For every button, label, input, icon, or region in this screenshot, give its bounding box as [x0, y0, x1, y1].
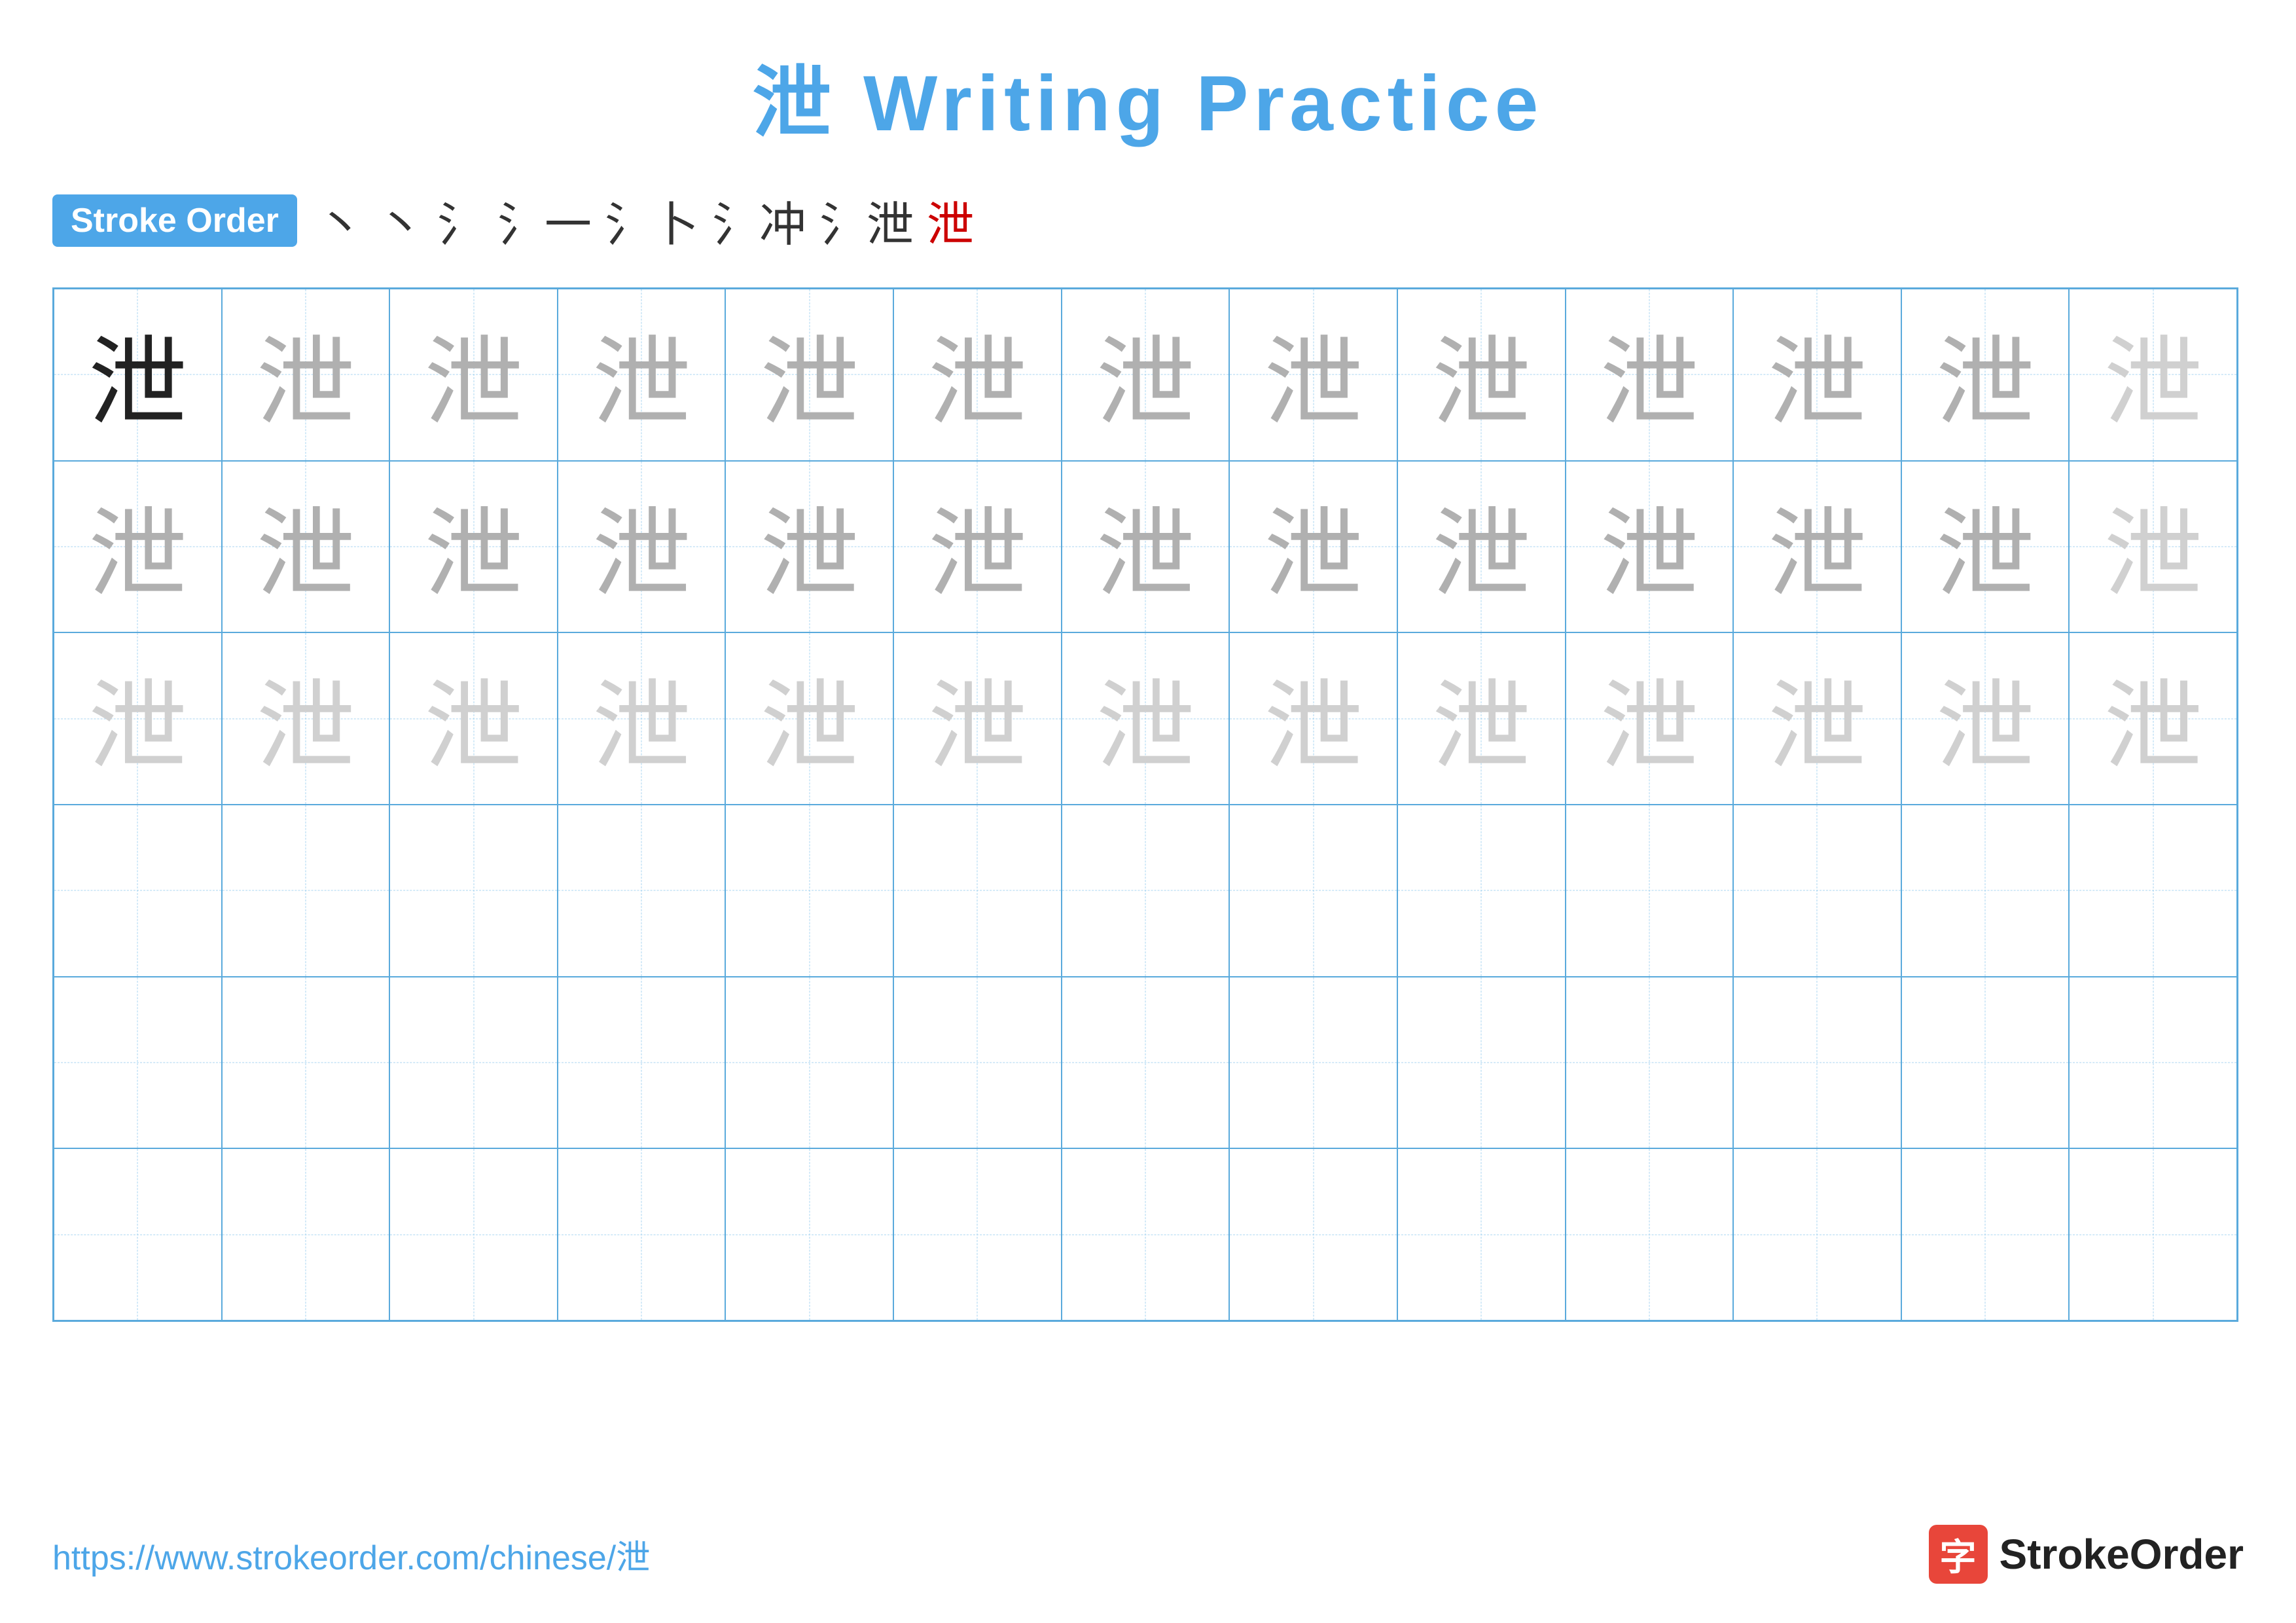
grid-cell[interactable]	[1062, 805, 1230, 977]
grid-cell[interactable]: 泄	[54, 632, 222, 805]
grid-cell[interactable]: 泄	[893, 461, 1062, 633]
grid-cell[interactable]	[1733, 977, 1901, 1149]
footer: https://www.strokeorder.com/chinese/泄 字 …	[52, 1525, 2244, 1584]
grid-cell[interactable]	[725, 805, 893, 977]
grid-cell[interactable]: 泄	[558, 632, 726, 805]
grid-cell[interactable]: 泄	[1566, 632, 1734, 805]
grid-cell[interactable]	[1397, 977, 1566, 1149]
grid-cell[interactable]	[1397, 805, 1566, 977]
grid-cell[interactable]	[1229, 1148, 1397, 1321]
grid-cell[interactable]: 泄	[1062, 461, 1230, 633]
grid-cell[interactable]: 泄	[1397, 461, 1566, 633]
grid-cell[interactable]: 泄	[389, 289, 558, 461]
grid-cell[interactable]: 泄	[222, 461, 390, 633]
grid-cell[interactable]: 泄	[1062, 289, 1230, 461]
stroke-step-4: 氵一	[497, 186, 592, 255]
grid-cell[interactable]: 泄	[389, 461, 558, 633]
grid-cell[interactable]	[54, 977, 222, 1149]
grid-cell[interactable]: 泄	[389, 632, 558, 805]
stroke-step-5: 氵卜	[605, 186, 699, 255]
logo-icon: 字	[1929, 1525, 1988, 1584]
grid-cell[interactable]	[558, 977, 726, 1149]
grid-cell[interactable]	[725, 977, 893, 1149]
grid-cell[interactable]	[1733, 1148, 1901, 1321]
grid-cell[interactable]: 泄	[725, 632, 893, 805]
grid-cell[interactable]: 泄	[1397, 632, 1566, 805]
stroke-order-row: Stroke Order 丶 丶 氵 氵一 氵卜 氵冲 氵泄 泄	[52, 186, 2244, 255]
grid-cell[interactable]: 泄	[1733, 461, 1901, 633]
grid-cell[interactable]	[2069, 805, 2237, 977]
page-title: 泄 Writing Practice	[52, 39, 2244, 153]
grid-cell[interactable]	[54, 1148, 222, 1321]
grid-cell[interactable]: 泄	[558, 461, 726, 633]
grid-cell[interactable]: 泄	[222, 632, 390, 805]
grid-cell[interactable]: 泄	[2069, 461, 2237, 633]
grid-cell[interactable]	[1901, 805, 2070, 977]
grid-cell[interactable]	[893, 805, 1062, 977]
logo-char: 字	[1940, 1528, 1977, 1581]
grid-cell[interactable]: 泄	[222, 289, 390, 461]
grid-cell[interactable]: 泄	[1901, 289, 2070, 461]
grid-cell[interactable]: 泄	[1733, 632, 1901, 805]
grid-cell[interactable]: 泄	[54, 289, 222, 461]
grid-cell[interactable]	[1733, 805, 1901, 977]
page: 泄 Writing Practice Stroke Order 丶 丶 氵 氵一…	[0, 0, 2296, 1623]
grid-cell[interactable]	[1229, 805, 1397, 977]
grid-cell[interactable]: 泄	[1566, 289, 1734, 461]
grid-cell[interactable]	[1566, 1148, 1734, 1321]
stroke-step-7: 氵泄	[819, 186, 914, 255]
stroke-order-badge: Stroke Order	[52, 194, 297, 247]
grid-cell[interactable]	[2069, 1148, 2237, 1321]
grid-cell[interactable]	[893, 1148, 1062, 1321]
grid-cell[interactable]: 泄	[1733, 289, 1901, 461]
grid-cell[interactable]: 泄	[54, 461, 222, 633]
grid-cell[interactable]: 泄	[1229, 289, 1397, 461]
grid-cell[interactable]	[1566, 977, 1734, 1149]
stroke-step-2: 丶	[377, 186, 424, 255]
grid-cell[interactable]	[389, 977, 558, 1149]
stroke-step-1: 丶	[317, 186, 364, 255]
grid-cell[interactable]: 泄	[1901, 461, 2070, 633]
stroke-step-6: 氵冲	[712, 186, 806, 255]
grid-cell[interactable]: 泄	[2069, 632, 2237, 805]
logo-text: StrokeOrder	[2000, 1530, 2244, 1578]
grid-cell[interactable]: 泄	[1901, 632, 2070, 805]
grid-cell[interactable]	[54, 805, 222, 977]
grid-cell[interactable]: 泄	[1397, 289, 1566, 461]
grid-cell[interactable]: 泄	[2069, 289, 2237, 461]
footer-logo: 字 StrokeOrder	[1929, 1525, 2244, 1584]
grid-cell[interactable]	[725, 1148, 893, 1321]
grid-cell[interactable]: 泄	[725, 461, 893, 633]
grid-cell[interactable]	[1397, 1148, 1566, 1321]
grid-cell[interactable]	[1062, 1148, 1230, 1321]
grid-cell[interactable]: 泄	[1566, 461, 1734, 633]
grid-cell[interactable]	[222, 805, 390, 977]
grid-cell[interactable]	[558, 1148, 726, 1321]
grid-cell[interactable]: 泄	[1062, 632, 1230, 805]
grid-cell[interactable]: 泄	[1229, 461, 1397, 633]
stroke-steps: 丶 丶 氵 氵一 氵卜 氵冲 氵泄 泄	[317, 186, 974, 255]
grid-cell[interactable]	[1566, 805, 1734, 977]
footer-url[interactable]: https://www.strokeorder.com/chinese/泄	[52, 1530, 650, 1579]
grid-cell[interactable]: 泄	[725, 289, 893, 461]
grid-cell[interactable]	[389, 805, 558, 977]
grid-cell[interactable]	[1901, 1148, 2070, 1321]
grid-cell[interactable]	[1062, 977, 1230, 1149]
grid-cell[interactable]	[2069, 977, 2237, 1149]
practice-grid: 泄泄泄泄泄泄泄泄泄泄泄泄泄泄泄泄泄泄泄泄泄泄泄泄泄泄泄泄泄泄泄泄泄泄泄泄泄泄泄	[52, 287, 2238, 1322]
grid-cell[interactable]: 泄	[893, 289, 1062, 461]
grid-cell[interactable]: 泄	[558, 289, 726, 461]
grid-cell[interactable]: 泄	[893, 632, 1062, 805]
grid-cell[interactable]	[1229, 977, 1397, 1149]
grid-cell[interactable]	[558, 805, 726, 977]
grid-cell[interactable]	[1901, 977, 2070, 1149]
grid-cell[interactable]	[222, 1148, 390, 1321]
grid-cell[interactable]	[389, 1148, 558, 1321]
grid-cell[interactable]	[222, 977, 390, 1149]
stroke-step-3: 氵	[437, 186, 484, 255]
grid-cell[interactable]	[893, 977, 1062, 1149]
stroke-step-8: 泄	[927, 186, 974, 255]
grid-cell[interactable]: 泄	[1229, 632, 1397, 805]
